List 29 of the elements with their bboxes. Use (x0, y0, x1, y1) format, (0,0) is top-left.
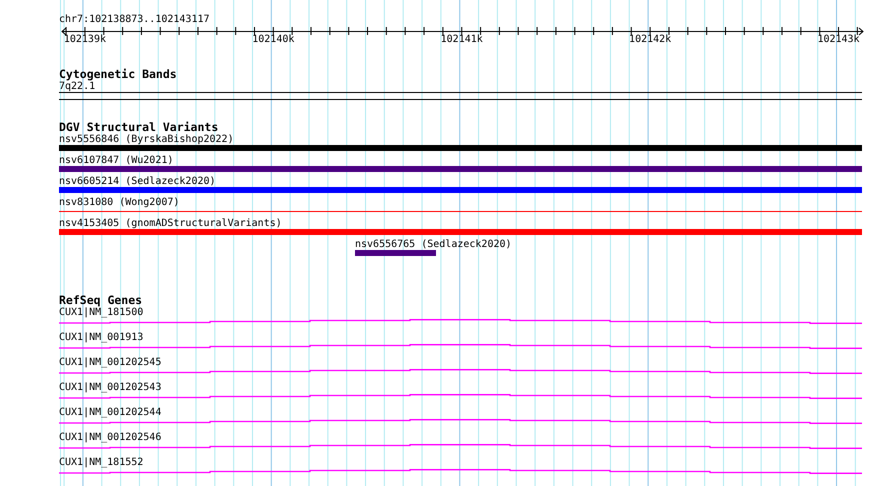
variant-label: nsv831080 (Wong2007) (59, 197, 180, 208)
ruler-label: 102140k (252, 34, 294, 46)
variant-bar[interactable] (59, 229, 862, 235)
band-label: 7q22.1 (59, 81, 96, 92)
variant-label: nsv6605214 (Sedlazeck2020) (59, 176, 216, 187)
variant-bar[interactable] (59, 187, 862, 193)
track-title: RefSeq Genes (59, 294, 142, 307)
variant-bar[interactable] (59, 166, 862, 172)
track-title: Cytogenetic Bands (59, 68, 177, 81)
track-title: DGV Structural Variants (59, 121, 218, 134)
gene-label: CUX1|NM_001202543 (59, 382, 162, 394)
ruler-label: 102142k (629, 34, 672, 46)
gene-label: CUX1|NM_001202546 (59, 432, 162, 444)
ruler-label: 102143k (817, 34, 860, 46)
ruler-label: 102139k (64, 34, 106, 46)
variant-label: nsv6556765 (Sedlazeck2020) (355, 239, 512, 250)
variant-label: nsv5556846 (ByrskaBishop2022) (59, 134, 234, 145)
variant-line[interactable] (59, 210, 862, 212)
locus-label: chr7:102138873..102143117 (59, 14, 210, 26)
gene-label: CUX1|NM_181552 (59, 457, 144, 469)
gene-label: CUX1|NM_001202544 (59, 407, 162, 419)
variant-label: nsv4153405 (gnomADStructuralVariants) (59, 218, 282, 229)
variant-bar[interactable] (355, 250, 436, 256)
gene-label: CUX1|NM_001913 (59, 332, 144, 344)
gene-label: CUX1|NM_181500 (59, 307, 144, 319)
gene-label: CUX1|NM_001202545 (59, 357, 162, 369)
variant-label: nsv6107847 (Wu2021) (59, 155, 174, 166)
ruler-label: 102141k (440, 34, 483, 46)
variant-bar[interactable] (59, 145, 862, 151)
